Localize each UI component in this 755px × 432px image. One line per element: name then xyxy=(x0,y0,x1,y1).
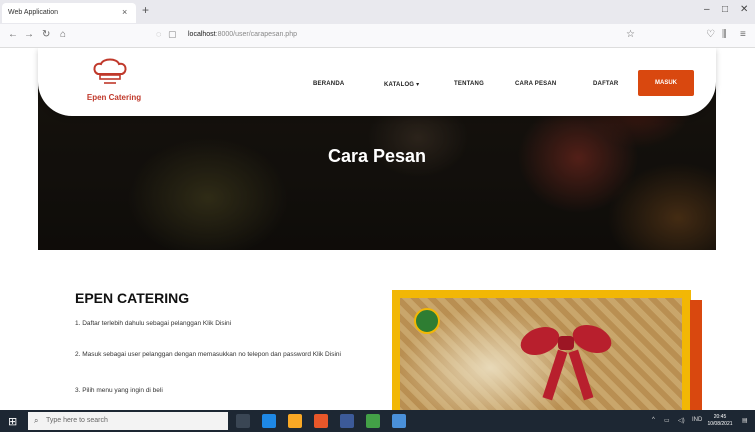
nav-daftar[interactable]: DAFTAR xyxy=(593,81,618,87)
notification-icon[interactable]: ▤ xyxy=(742,417,748,424)
site-header: Epen Catering BERANDA KATALOG ▾ TENTANG … xyxy=(38,48,716,116)
ribbon-tail xyxy=(542,349,568,401)
tab-title: Web Application xyxy=(8,9,59,16)
chef-hat-icon[interactable] xyxy=(92,58,128,86)
language-icon[interactable]: IND xyxy=(692,417,702,423)
page-info-icon[interactable]: ▢ xyxy=(168,29,177,40)
ribbon-tail xyxy=(568,349,594,401)
new-tab-icon[interactable]: + xyxy=(142,3,149,17)
volume-icon[interactable]: ◁) xyxy=(678,417,685,424)
vscode-icon[interactable] xyxy=(366,414,380,428)
bookmark-star-icon[interactable]: ☆ xyxy=(626,29,635,40)
shield-icon[interactable]: ◌ xyxy=(156,29,161,39)
ribbon-knot xyxy=(558,336,574,350)
nav-tentang[interactable]: TENTANG xyxy=(454,81,484,87)
image-accent xyxy=(690,300,702,410)
logo-text[interactable]: Epen Catering xyxy=(74,93,154,102)
hero-title: Cara Pesan xyxy=(327,146,427,166)
back-icon[interactable]: ← xyxy=(8,29,18,40)
nav-katalog-label: KATALOG xyxy=(384,82,415,88)
step-item: 3. Pilih menu yang ingin di beli xyxy=(75,387,163,394)
file-explorer-icon[interactable] xyxy=(288,414,302,428)
address-row: ← → ↻ ⌂ ◌ ▢ localhost:8000/user/carapesa… xyxy=(0,24,755,48)
tray-chevron-icon[interactable]: ^ xyxy=(652,417,655,423)
nav-katalog[interactable]: KATALOG ▾ xyxy=(384,81,419,88)
close-window-icon[interactable]: ✕ xyxy=(740,4,748,15)
chevron-down-icon: ▾ xyxy=(416,82,420,88)
task-view-icon[interactable] xyxy=(236,414,250,428)
url-host: localhost xyxy=(188,31,216,38)
step-item: 2. Masuk sebagai user pelanggan dengan m… xyxy=(75,351,341,358)
web-page: Cara Pesan Epen Catering BERANDA KATALOG… xyxy=(0,48,755,410)
app-icon[interactable] xyxy=(392,414,406,428)
maximize-icon[interactable]: □ xyxy=(722,4,728,15)
catering-gift-image xyxy=(400,298,682,410)
library-icon[interactable]: ⫼ xyxy=(722,29,727,40)
nav-beranda[interactable]: BERANDA xyxy=(313,81,344,87)
browser-window: Web Application × + – □ ✕ ← → ↻ ⌂ ◌ ▢ lo… xyxy=(0,0,755,432)
windows-start-icon[interactable]: ⊞ xyxy=(8,415,17,428)
tab-strip: Web Application × + – □ ✕ xyxy=(0,0,755,24)
tab-close-icon[interactable]: × xyxy=(122,7,127,17)
step-item: 1. Daftar terlebih dahulu sebagai pelang… xyxy=(75,320,232,327)
address-bar[interactable]: localhost:8000/user/carapesan.php xyxy=(188,31,297,38)
pocket-icon[interactable]: ♡ xyxy=(706,29,715,40)
store-icon[interactable] xyxy=(340,414,354,428)
badge-icon xyxy=(414,308,440,334)
browser-tab[interactable]: Web Application × xyxy=(2,3,136,23)
home-icon[interactable]: ⌂ xyxy=(60,29,66,40)
nav-cara-pesan[interactable]: CARA PESAN xyxy=(515,81,556,87)
menu-icon[interactable]: ≡ xyxy=(740,29,746,40)
search-icon: ⌕ xyxy=(34,416,39,425)
taskbar-search[interactable]: ⌕ Type here to search xyxy=(28,412,228,430)
login-button[interactable]: MASUK xyxy=(638,70,694,96)
content-title: EPEN CATERING xyxy=(75,290,190,306)
network-icon[interactable]: ▭ xyxy=(664,417,670,424)
firefox-icon[interactable] xyxy=(314,414,328,428)
forward-icon[interactable]: → xyxy=(24,29,34,40)
taskbar: ⊞ ⌕ Type here to search ^ ▭ ◁) IND 20:45… xyxy=(0,410,755,432)
minimize-icon[interactable]: – xyxy=(704,4,710,15)
clock[interactable]: 20:45 10/08/2021 xyxy=(705,414,735,428)
search-placeholder: Type here to search xyxy=(46,417,108,424)
edge-icon[interactable] xyxy=(262,414,276,428)
reload-icon[interactable]: ↻ xyxy=(42,29,50,40)
clock-date: 10/08/2021 xyxy=(707,421,733,427)
clock-time: 20:45 xyxy=(713,414,727,420)
url-path: :8000/user/carapesan.php xyxy=(215,31,297,38)
